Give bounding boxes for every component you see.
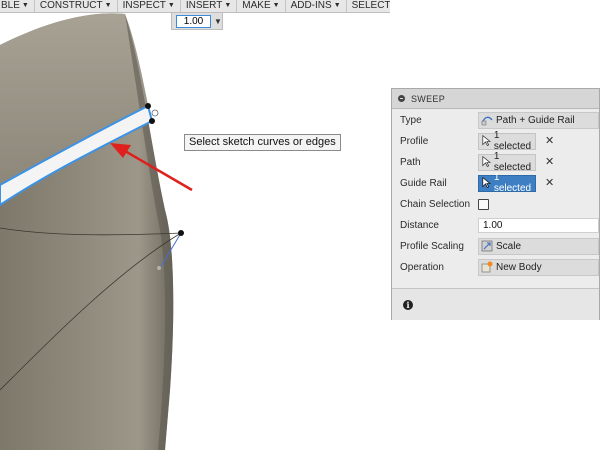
clear-profile-icon[interactable]: ✕ <box>545 136 554 147</box>
toolbar-menu-select[interactable]: SELECT▼ <box>347 0 390 12</box>
row-guide-rail: Guide Rail 1 selected ✕ <box>392 172 599 194</box>
dialog-footer: i <box>392 288 599 320</box>
info-icon[interactable]: i <box>403 300 413 310</box>
caret-down-icon: ▼ <box>333 2 341 9</box>
toolbar-label: ADD-INS <box>290 0 332 11</box>
profile-scaling-value: Scale <box>496 240 522 252</box>
toolbar-menu-insert[interactable]: INSERT ▼ <box>181 0 238 12</box>
distance-input[interactable]: 1.00 <box>478 217 599 233</box>
toolbar-menu-construct[interactable]: CONSTRUCT ▼ <box>35 0 118 12</box>
profile-label: Profile <box>400 135 429 147</box>
caret-down-icon: ▼ <box>272 2 280 9</box>
caret-down-icon[interactable]: ▼ <box>214 17 222 26</box>
chain-selection-checkbox[interactable] <box>478 198 489 210</box>
profile-value-group: 1 selected ✕ <box>478 130 554 152</box>
collapse-icon[interactable] <box>398 95 405 102</box>
type-value: Path + Guide Rail <box>496 114 575 126</box>
profile-scaling-label: Profile Scaling <box>400 240 464 252</box>
clear-guide-rail-icon[interactable]: ✕ <box>545 178 554 189</box>
distance-label: Distance <box>400 219 439 231</box>
select-cursor-icon <box>482 155 492 167</box>
sketch-point[interactable] <box>149 118 155 124</box>
new-body-icon <box>481 261 493 273</box>
path-label: Path <box>400 156 421 168</box>
sketch-point[interactable] <box>157 266 161 270</box>
path-value: 1 selected <box>493 151 532 173</box>
profile-select-button[interactable]: 1 selected <box>478 130 536 152</box>
caret-down-icon: ▼ <box>167 2 175 9</box>
guide-rail-select-button[interactable]: 1 selected <box>478 172 536 194</box>
type-dropdown[interactable]: Path + Guide Rail <box>478 111 599 129</box>
dialog-title: SWEEP <box>411 93 446 104</box>
toolbar-label: INSERT <box>185 0 223 11</box>
selection-tooltip: Select sketch curves or edges <box>184 134 341 151</box>
select-cursor-icon <box>482 134 492 146</box>
toolbar-menu-inspect[interactable]: INSPECT ▼ <box>118 0 181 12</box>
select-cursor-icon <box>482 176 492 188</box>
toolbar-menu-add-ins[interactable]: ADD-INS ▼ <box>286 0 347 12</box>
guide-rail-label: Guide Rail <box>400 177 447 189</box>
row-path: Path 1 selected ✕ <box>392 151 599 173</box>
toolbar-label: SELECT <box>351 0 390 11</box>
profile-scaling-dropdown[interactable]: Scale <box>478 237 599 255</box>
toolbar-label: CONSTRUCT <box>39 0 103 11</box>
sketch-point[interactable] <box>178 230 184 236</box>
toolbar-label: INSPECT <box>122 0 166 11</box>
row-profile: Profile 1 selected ✕ <box>392 130 599 152</box>
path-select-button[interactable]: 1 selected <box>478 151 536 173</box>
row-chain-selection: Chain Selection <box>392 194 599 214</box>
caret-down-icon: ▼ <box>224 2 232 9</box>
chain-selection-label: Chain Selection <box>400 198 471 210</box>
row-operation: Operation New Body <box>392 257 599 277</box>
row-type: Type Path + Guide Rail <box>392 110 599 130</box>
clear-path-icon[interactable]: ✕ <box>545 157 554 168</box>
dialog-header[interactable]: SWEEP <box>392 89 599 109</box>
sketch-point[interactable] <box>151 109 159 117</box>
profile-value: 1 selected <box>493 130 532 152</box>
sweep-dialog: SWEEP Type Path + Guide Rail Profile 1 s… <box>391 88 600 320</box>
sketch-point[interactable] <box>145 103 151 109</box>
type-label: Type <box>400 114 422 126</box>
toolbar-menu-make[interactable]: MAKE ▼ <box>237 0 286 12</box>
path-guide-rail-icon <box>481 116 493 126</box>
row-profile-scaling: Profile Scaling Scale <box>392 236 599 256</box>
caret-down-icon: ▼ <box>21 2 29 9</box>
operation-value: New Body <box>496 261 542 273</box>
caret-down-icon: ▼ <box>104 2 112 9</box>
toolbar-menu-assemble[interactable]: BLE ▼ <box>0 0 35 12</box>
operation-label: Operation <box>400 261 444 273</box>
toolbar-label: MAKE <box>242 0 271 11</box>
distance-manipulator: ▼ <box>171 12 223 30</box>
distance-value-input[interactable] <box>176 14 211 28</box>
chain-selection-value-group <box>478 196 489 213</box>
path-value-group: 1 selected ✕ <box>478 151 554 173</box>
toolbar-label: BLE <box>1 0 20 11</box>
row-distance: Distance 1.00 <box>392 215 599 235</box>
scale-icon <box>481 240 493 252</box>
operation-dropdown[interactable]: New Body <box>478 258 599 276</box>
guide-rail-value: 1 selected <box>493 172 532 194</box>
guide-rail-value-group: 1 selected ✕ <box>478 172 554 194</box>
